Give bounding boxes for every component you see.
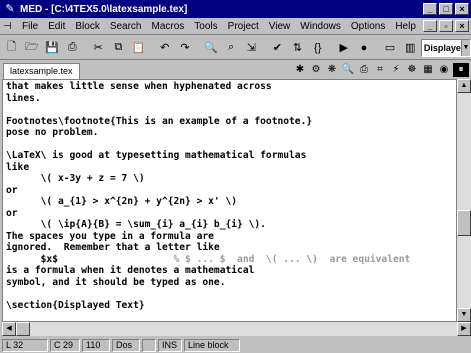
editor-line[interactable]: The spaces you type in a formula are xyxy=(6,231,453,243)
editor-line[interactable]: \( a_{1} > x^{2n} + y^{2n} > x' \) xyxy=(6,196,453,208)
editor-line[interactable] xyxy=(6,311,453,321)
text-editor[interactable]: that makes little sense when hyphenated … xyxy=(2,79,457,322)
doc-minimize-button[interactable]: _ xyxy=(423,20,437,32)
menu-file[interactable]: File xyxy=(17,21,43,32)
editor-line[interactable]: that makes little sense when hyphenated … xyxy=(6,81,453,93)
close-button[interactable]: × xyxy=(455,3,469,15)
editor-line[interactable]: symbol, and it should be typed as one. xyxy=(6,277,453,289)
pdf-icon[interactable]: ⏸ xyxy=(453,63,469,77)
vertical-scrollbar[interactable]: ▲ ▼ xyxy=(457,79,471,322)
editor-line[interactable]: lines. xyxy=(6,93,453,105)
editor-line[interactable]: or xyxy=(6,185,453,197)
paste-icon[interactable]: 📋 xyxy=(129,38,148,58)
editor-comment: % $ ... $ and \( ... \) are equivalent xyxy=(57,253,411,265)
document-icon[interactable]: ⊣ xyxy=(3,21,17,32)
editor-line[interactable] xyxy=(6,139,453,151)
stop-icon[interactable]: ◉ xyxy=(437,63,451,77)
brace-icon[interactable]: {} xyxy=(308,38,327,58)
status-empty xyxy=(142,338,156,352)
doc-close-button[interactable]: × xyxy=(455,20,469,32)
status-insert: INS xyxy=(158,338,182,352)
maximize-button[interactable]: □ xyxy=(439,3,453,15)
tab-latexsample[interactable]: latexsample.tex xyxy=(3,63,80,79)
editor-line[interactable]: ignored. Remember that a letter like xyxy=(6,242,453,254)
menu-edit[interactable]: Edit xyxy=(43,21,70,32)
doc-restore-button[interactable]: ▫ xyxy=(439,20,453,32)
new-file-icon[interactable]: 🗋 xyxy=(2,38,21,58)
editor-line[interactable]: pose no problem. xyxy=(6,127,453,139)
app-icon[interactable]: ✎ xyxy=(3,2,17,16)
columns-icon[interactable]: ▥ xyxy=(401,38,420,58)
menu-macros[interactable]: Macros xyxy=(147,21,190,32)
editor-line[interactable]: $x$ % $ ... $ and \( ... \) are equivale… xyxy=(6,254,453,266)
redo-icon[interactable]: ↷ xyxy=(175,38,194,58)
menu-block[interactable]: Block xyxy=(70,21,104,32)
editor-line[interactable]: \( \ip{A}{B} = \sum_{i} a_{i} b_{i} \). xyxy=(6,219,453,231)
horizontal-scroll-thumb[interactable] xyxy=(16,322,30,336)
play-macro-icon[interactable]: ▶ xyxy=(334,38,353,58)
preview-icon[interactable]: 🔍 xyxy=(341,63,355,77)
menu-windows[interactable]: Windows xyxy=(295,21,346,32)
command-icon[interactable]: ⌗ xyxy=(373,63,387,77)
status-column: C 29 xyxy=(50,338,80,352)
editor-line[interactable]: \( x-3y + z = 7 \) xyxy=(6,173,453,185)
scroll-down-icon[interactable]: ▼ xyxy=(457,308,471,322)
find-replace-icon[interactable]: ⌕ xyxy=(221,38,240,58)
sort-icon[interactable]: ⇅ xyxy=(288,38,307,58)
editor-line[interactable]: \section{Displayed Text} xyxy=(6,300,453,312)
view-dvi-icon[interactable]: ❋ xyxy=(325,63,339,77)
find-next-icon[interactable]: ⇲ xyxy=(242,38,261,58)
status-line: L 32 xyxy=(2,338,48,352)
menu-search[interactable]: Search xyxy=(105,21,147,32)
record-macro-icon[interactable]: ● xyxy=(354,38,373,58)
editor-line[interactable]: or xyxy=(6,208,453,220)
editor-line[interactable]: Footnotes\footnote{This is an example of… xyxy=(6,116,453,128)
copy-icon[interactable]: ⧉ xyxy=(109,38,128,58)
menu-help[interactable]: Help xyxy=(390,21,421,32)
open-file-icon[interactable]: 🗁 xyxy=(22,38,41,58)
editor-content[interactable]: that makes little sense when hyphenated … xyxy=(3,80,456,321)
style-select[interactable]: Displaye ▼ xyxy=(420,38,471,57)
menu-tools[interactable]: Tools xyxy=(189,21,222,32)
editor-line[interactable]: like xyxy=(6,162,453,174)
status-mode: Dos xyxy=(112,338,140,352)
status-block-mode: Line block xyxy=(184,338,240,352)
scroll-up-icon[interactable]: ▲ xyxy=(457,79,471,93)
toolbar: 🗋 🗁 💾 ⎙ ✂ ⧉ 📋 ↶ ↷ 🔍 ⌕ ⇲ ✔ ⇅ {} ▶ ● ▭ ▥ D… xyxy=(0,36,471,60)
menu-options[interactable]: Options xyxy=(346,21,390,32)
title-bar: ✎ MED - [C:\4TEX5.0\latexsample.tex] _ □… xyxy=(0,0,471,18)
menu-project[interactable]: Project xyxy=(223,21,264,32)
scroll-right-icon[interactable]: ▶ xyxy=(457,322,471,336)
horizontal-scrollbar[interactable]: ◀ ▶ xyxy=(2,322,471,336)
window-title: MED - [C:\4TEX5.0\latexsample.tex] xyxy=(20,3,188,15)
window-layout-icon[interactable]: ▭ xyxy=(380,38,399,58)
print-preview-icon[interactable]: ⎙ xyxy=(357,63,371,77)
vertical-scroll-thumb[interactable] xyxy=(457,210,471,237)
document-tab-row: latexsample.tex ✱ ⚙ ❋ 🔍 ⎙ ⌗ ⚡ ☸ ▦ ◉ ⏸ xyxy=(0,61,471,79)
menu-bar: ⊣ File Edit Block Search Macros Tools Pr… xyxy=(0,18,471,35)
editor-line[interactable]: is a formula when it denotes a mathemati… xyxy=(6,265,453,277)
status-bar: L 32 C 29 110 Dos INS Line block xyxy=(0,337,471,353)
undo-icon[interactable]: ↶ xyxy=(155,38,174,58)
spellcheck-icon[interactable]: ✔ xyxy=(268,38,287,58)
settings-icon[interactable]: ☸ xyxy=(405,63,419,77)
status-number: 110 xyxy=(82,338,110,352)
editor-line[interactable] xyxy=(6,104,453,116)
find-icon[interactable]: 🔍 xyxy=(201,38,220,58)
style-select-value: Displaye xyxy=(423,42,461,53)
table-icon[interactable]: ▦ xyxy=(421,63,435,77)
editor-line[interactable] xyxy=(6,288,453,300)
menu-view[interactable]: View xyxy=(264,21,296,32)
print-icon[interactable]: ⎙ xyxy=(63,38,82,58)
run-icon[interactable]: ⚡ xyxy=(389,63,403,77)
compile-icon[interactable]: ⚙ xyxy=(309,63,323,77)
scroll-left-icon[interactable]: ◀ xyxy=(2,322,16,336)
minimize-button[interactable]: _ xyxy=(423,3,437,15)
chevron-down-icon[interactable]: ▼ xyxy=(460,39,470,56)
cut-icon[interactable]: ✂ xyxy=(89,38,108,58)
editor-line[interactable]: \LaTeX\ is good at typesetting mathemati… xyxy=(6,150,453,162)
bookmark-icon[interactable]: ✱ xyxy=(293,63,307,77)
save-icon[interactable]: 💾 xyxy=(42,38,61,58)
